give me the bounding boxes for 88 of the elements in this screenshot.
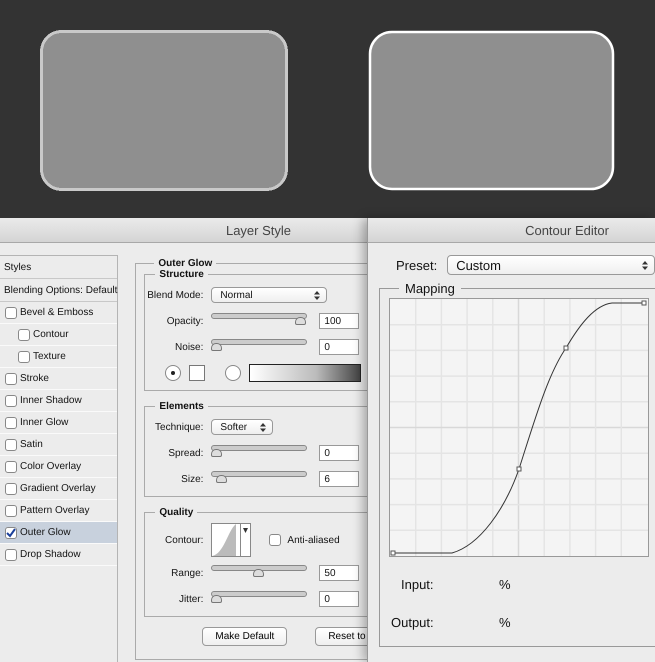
slider-label: Spread: — [167, 448, 204, 458]
effect-item[interactable]: Satin — [0, 434, 118, 456]
checkbox[interactable] — [5, 504, 17, 516]
value-field[interactable]: 0 — [319, 445, 360, 461]
checkbox[interactable] — [5, 416, 17, 428]
section-title: Elements — [158, 401, 205, 412]
checkbox[interactable] — [5, 306, 17, 318]
blending-options-item[interactable]: Blending Options: Default — [0, 279, 118, 302]
effect-label: Texture — [33, 351, 66, 362]
header-text: Blending Options: Default — [4, 284, 118, 296]
field-label: Contour: — [164, 534, 204, 546]
effect-label: Color Overlay — [20, 461, 82, 472]
checkbox[interactable] — [5, 526, 17, 538]
slider-label: Range: — [170, 568, 204, 578]
effect-label: Gradient Overlay — [20, 483, 96, 494]
radio-button[interactable] — [225, 365, 242, 381]
effect-item[interactable]: Color Overlay — [0, 456, 118, 478]
field-label: Technique: — [154, 422, 204, 432]
checkbox[interactable] — [18, 328, 30, 340]
effect-label: Contour — [33, 329, 69, 340]
checkbox-label: Anti-aliased — [287, 534, 340, 546]
effect-item[interactable]: Drop Shadow — [0, 544, 118, 566]
stepper-icon — [642, 260, 648, 270]
effect-item[interactable]: Stroke — [0, 368, 118, 390]
slider-thumb[interactable] — [295, 317, 306, 325]
slider-label: Noise: — [174, 342, 204, 352]
contour-curve-drawing[interactable] — [389, 298, 649, 557]
effect-label: Outer Glow — [20, 527, 71, 538]
checkbox[interactable] — [18, 350, 30, 362]
effect-item[interactable]: Bevel & Emboss — [0, 302, 118, 324]
effect-label: Bevel & Emboss — [20, 307, 94, 318]
effect-label: Pattern Overlay — [20, 505, 90, 516]
dialog-button[interactable]: Reset to — [315, 627, 367, 646]
effect-item[interactable]: Contour — [0, 324, 118, 346]
slider-thumb[interactable] — [211, 449, 222, 457]
field-label: Input: — [401, 576, 435, 592]
effect-item[interactable]: Texture — [0, 346, 118, 368]
effect-item[interactable]: Gradient Overlay — [0, 478, 118, 500]
slider-label: Jitter: — [178, 594, 204, 604]
effect-label: Inner Glow — [20, 417, 68, 428]
stepper-icon — [260, 422, 266, 432]
checkbox[interactable] — [5, 548, 17, 560]
field-label: Preset: — [396, 258, 438, 272]
dialog-button[interactable]: Make Default — [202, 627, 288, 646]
checkbox[interactable] — [269, 534, 282, 546]
effect-label: Inner Shadow — [20, 395, 82, 406]
value-field[interactable]: 0 — [319, 591, 360, 607]
field-label: Output: — [391, 614, 435, 630]
field-label: Blend Mode: — [146, 290, 204, 300]
effect-label: Satin — [20, 439, 43, 450]
effect-item[interactable]: Inner Glow — [0, 412, 118, 434]
checkbox[interactable] — [5, 482, 17, 494]
radio-button[interactable] — [165, 365, 182, 381]
window-title: Layer Style — [226, 222, 292, 238]
caret-icon — [243, 528, 248, 533]
slider-thumb[interactable] — [253, 569, 264, 577]
checkbox[interactable] — [5, 460, 17, 472]
slider-thumb[interactable] — [216, 475, 228, 483]
window-title: Contour Editor — [525, 222, 609, 238]
section-title: Outer Glow — [157, 258, 214, 269]
slider-label: Size: — [180, 474, 204, 484]
unit-label: % — [499, 614, 511, 630]
section-title: Structure — [158, 269, 205, 280]
value-field[interactable]: 6 — [319, 471, 360, 487]
slider-thumb[interactable] — [211, 343, 222, 351]
color-swatch[interactable] — [189, 365, 206, 381]
value-field[interactable]: 100 — [319, 313, 360, 329]
stepper-icon — [314, 290, 320, 300]
preset-select[interactable]: Custom — [447, 255, 655, 275]
checkbox[interactable] — [5, 438, 17, 450]
effect-item[interactable]: Outer Glow — [0, 522, 118, 544]
checkbox[interactable] — [5, 372, 17, 384]
effect-label: Stroke — [20, 373, 49, 384]
effect-item[interactable]: Inner Shadow — [0, 390, 118, 412]
value-field[interactable]: 0 — [319, 339, 360, 355]
section-title: Quality — [158, 507, 194, 518]
effect-label: Drop Shadow — [20, 549, 81, 560]
section-title: Mapping — [404, 281, 456, 296]
gradient-swatch[interactable] — [249, 364, 362, 382]
header-text: Styles — [4, 262, 32, 272]
technique-select[interactable]: Softer — [211, 419, 274, 435]
slider-label: Opacity: — [166, 316, 204, 326]
contour-thumbnail[interactable] — [211, 523, 252, 557]
checkbox[interactable] — [5, 394, 17, 406]
value-field[interactable]: 50 — [319, 565, 360, 581]
blend-mode-select[interactable]: Normal — [211, 287, 328, 303]
unit-label: % — [499, 576, 511, 592]
slider-thumb[interactable] — [211, 595, 222, 603]
